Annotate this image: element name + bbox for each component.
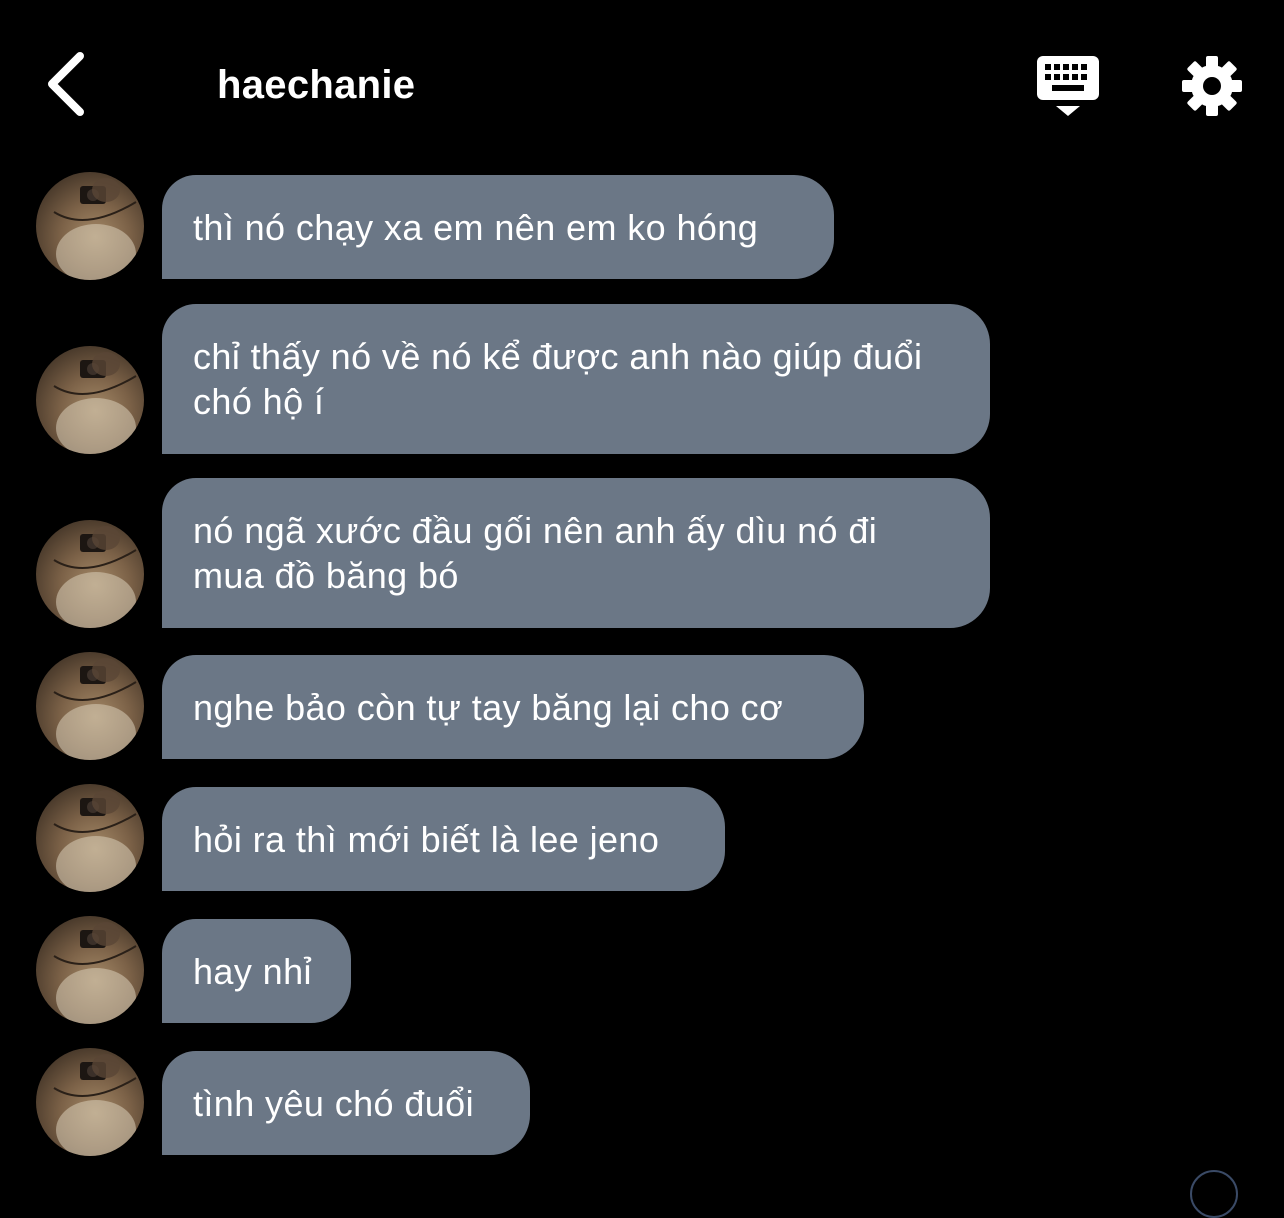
avatar-photo xyxy=(53,1054,137,1156)
message-bubble[interactable]: thì nó chạy xa em nên em ko hóng xyxy=(162,175,834,279)
message-text: hỏi ra thì mới biết là lee jeno xyxy=(193,818,660,860)
message-bubble[interactable]: nghe bảo còn tự tay băng lại cho cơ xyxy=(162,655,864,759)
avatar-photo xyxy=(53,658,137,760)
message-text: nghe bảo còn tự tay băng lại cho cơ xyxy=(193,686,784,728)
message-bubble[interactable]: hay nhỉ xyxy=(162,919,351,1023)
page-title: haechanie xyxy=(217,63,416,107)
avatar[interactable] xyxy=(36,916,144,1024)
message-text: thì nó chạy xa em nên em ko hóng xyxy=(193,206,759,248)
message-bubble[interactable]: nó ngã xước đầu gối nên anh ấy dìu nó đi… xyxy=(162,478,990,628)
avatar[interactable] xyxy=(36,172,144,280)
gear-icon xyxy=(1182,56,1242,116)
settings-button[interactable] xyxy=(1180,54,1244,118)
scroll-down-button[interactable] xyxy=(1190,1170,1238,1218)
avatar-photo xyxy=(53,922,137,1024)
avatar[interactable] xyxy=(36,652,144,760)
avatar[interactable] xyxy=(36,346,144,454)
avatar-photo xyxy=(53,790,137,892)
avatar-photo xyxy=(53,178,137,280)
keyboard-hide-icon xyxy=(1037,56,1099,116)
avatar-photo xyxy=(53,526,137,628)
message-bubble[interactable]: tình yêu chó đuổi xyxy=(162,1051,530,1155)
message-text: nó ngã xước đầu gối nên anh ấy dìu nó đi… xyxy=(193,510,878,596)
message-text: tình yêu chó đuổi xyxy=(193,1082,475,1124)
message-bubble[interactable]: chỉ thấy nó về nó kể được anh nào giúp đ… xyxy=(162,304,990,454)
chevron-left-icon xyxy=(48,52,84,116)
message-text: chỉ thấy nó về nó kể được anh nào giúp đ… xyxy=(193,336,923,422)
avatar[interactable] xyxy=(36,520,144,628)
avatar-photo xyxy=(53,352,137,454)
avatar[interactable] xyxy=(36,784,144,892)
message-bubble[interactable]: hỏi ra thì mới biết là lee jeno xyxy=(162,787,725,891)
keyboard-toggle-button[interactable] xyxy=(1034,52,1102,120)
avatar[interactable] xyxy=(36,1048,144,1156)
back-button[interactable] xyxy=(36,46,100,122)
chat-header: haechanie xyxy=(0,0,1284,170)
message-text: hay nhỉ xyxy=(193,950,312,992)
